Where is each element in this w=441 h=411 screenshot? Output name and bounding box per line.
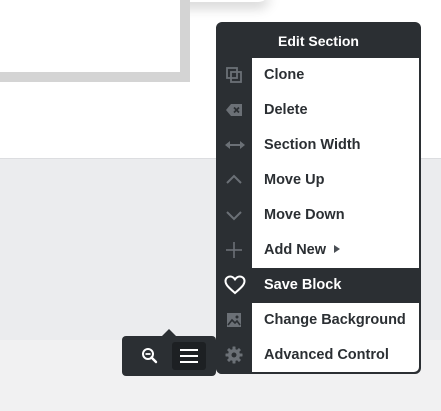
clone-icon [216,58,252,93]
chevron-down-icon [216,198,252,233]
menu-item-change-background[interactable]: Change Background [216,303,421,338]
menu-item-delete[interactable]: Delete [216,93,421,128]
menu-item-move-up[interactable]: Move Up [216,163,421,198]
menu-item-clone[interactable]: Clone [216,58,421,93]
horizontal-arrows-icon [216,128,252,163]
backspace-icon [216,93,252,128]
hamburger-icon [180,349,198,351]
menu-item-section-width[interactable]: Section Width [216,128,421,163]
menu-item-save-block[interactable]: Save Block [216,268,421,303]
menu-item-add-new[interactable]: Add New [216,233,421,268]
menu-item-advanced-control[interactable]: Advanced Control [216,338,421,373]
image-icon [216,303,252,338]
plus-icon [216,233,252,268]
menu-item-label: Clone [264,67,305,83]
submenu-arrow-icon [334,245,341,254]
menu-item-label: Move Down [264,207,345,223]
edit-section-menu: Edit Section Clone Delete Section Width … [216,22,421,374]
menu-toggle-button[interactable] [172,342,206,370]
chevron-up-icon [216,163,252,198]
menu-item-move-down[interactable]: Move Down [216,198,421,233]
menu-item-label: Change Background [264,312,406,328]
gear-icon [216,338,252,373]
content-block [0,0,190,82]
menu-item-label: Delete [264,102,308,118]
menu-title: Edit Section [278,33,359,49]
menu-item-label: Add New [264,233,341,268]
menu-item-label: Save Block [264,277,342,293]
heart-icon [216,268,252,303]
menu-item-label: Move Up [264,172,325,188]
section-toolbar [122,329,216,376]
menu-item-label: Advanced Control [264,347,389,363]
zoom-out-icon[interactable] [140,346,160,366]
menu-item-label: Section Width [264,137,361,153]
